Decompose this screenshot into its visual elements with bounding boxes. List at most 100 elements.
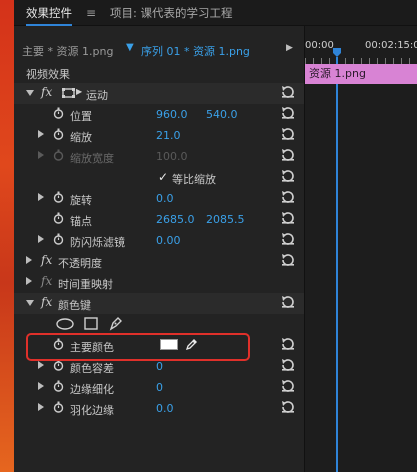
effect-opacity[interactable]: fx 不透明度 <box>14 251 304 272</box>
effect-label: 不透明度 <box>58 257 102 270</box>
chevron-right-icon[interactable] <box>26 256 32 264</box>
stopwatch-icon[interactable] <box>53 233 64 245</box>
effect-label: 时间重映射 <box>58 278 113 291</box>
annotation-highlight-box <box>26 333 250 361</box>
background-strip <box>0 0 14 472</box>
effect-color-key[interactable]: fx 颜色键 <box>14 293 304 314</box>
master-clip-label[interactable]: 主要 * 资源 1.png <box>22 43 113 59</box>
reset-icon[interactable] <box>280 169 296 183</box>
panel-menu-icon[interactable]: ≡ <box>86 0 96 26</box>
mask-tools-row <box>14 314 304 335</box>
ruler-time-mid: 00:02:15:0 <box>365 40 417 51</box>
color-tolerance-value[interactable]: 0 <box>156 360 163 373</box>
reset-icon[interactable] <box>280 337 296 351</box>
chevron-right-icon <box>38 151 44 159</box>
chevron-down-icon[interactable]: ▼ <box>126 42 134 53</box>
anchor-y-value[interactable]: 2085.5 <box>206 213 245 226</box>
prop-label: 等比缩放 <box>172 173 216 186</box>
fx-icon[interactable]: fx <box>41 253 52 267</box>
stopwatch-icon <box>53 149 64 161</box>
prop-anti-flicker[interactable]: 防闪烁滤镜 0.00 <box>14 230 304 251</box>
section-video-effects: 视频效果 <box>14 62 304 83</box>
prop-label: 锚点 <box>70 215 92 228</box>
reset-icon[interactable] <box>280 211 296 225</box>
section-label: 视频效果 <box>26 68 70 81</box>
uniform-scale-checkbox[interactable]: ✓ <box>158 170 168 184</box>
timeline-clip[interactable]: 资源 1.png <box>305 64 417 84</box>
anchor-x-value[interactable]: 2685.0 <box>156 213 195 226</box>
stopwatch-icon[interactable] <box>53 107 64 119</box>
prop-feather[interactable]: 羽化边缘 0.0 <box>14 398 304 419</box>
prop-label: 颜色容差 <box>70 362 114 375</box>
rotation-value[interactable]: 0.0 <box>156 192 174 205</box>
sequence-clip-label[interactable]: 序列 01 * 资源 1.png <box>141 43 250 59</box>
anti-flicker-value[interactable]: 0.00 <box>156 234 181 247</box>
prop-label: 羽化边缘 <box>70 404 114 417</box>
prop-label: 旋转 <box>70 194 92 207</box>
prop-label: 位置 <box>70 110 92 123</box>
reset-icon[interactable] <box>280 253 296 267</box>
chevron-right-icon[interactable] <box>38 361 44 369</box>
chevron-right-icon[interactable] <box>38 382 44 390</box>
prop-edge-thin[interactable]: 边缘细化 0 <box>14 377 304 398</box>
prop-uniform-scale[interactable]: ✓ 等比缩放 <box>14 167 304 188</box>
prop-position[interactable]: 位置 960.0 540.0 <box>14 104 304 125</box>
reset-icon[interactable] <box>280 106 296 120</box>
effect-motion[interactable]: fx ▶ 运动 <box>14 83 304 104</box>
play-arrow-icon[interactable]: ▶ <box>286 43 293 53</box>
reset-icon[interactable] <box>280 232 296 246</box>
scale-width-value: 100.0 <box>156 150 188 163</box>
fx-icon[interactable]: fx <box>41 85 52 99</box>
prop-label: 边缘细化 <box>70 383 114 396</box>
position-y-value[interactable]: 540.0 <box>206 108 238 121</box>
rectangle-mask-icon[interactable] <box>84 317 98 330</box>
transform-icon[interactable] <box>62 88 76 99</box>
prop-rotation[interactable]: 旋转 0.0 <box>14 188 304 209</box>
stopwatch-icon[interactable] <box>53 212 64 224</box>
ruler-time-start: 00:00 <box>305 40 334 51</box>
playhead-line <box>336 57 338 472</box>
stopwatch-icon[interactable] <box>53 128 64 140</box>
fx-icon: fx <box>41 274 53 288</box>
tab-effect-controls[interactable]: 效果控件 <box>20 0 78 26</box>
edge-thin-value[interactable]: 0 <box>156 381 163 394</box>
chevron-right-icon[interactable] <box>38 130 44 138</box>
prop-anchor[interactable]: 锚点 2685.0 2085.5 <box>14 209 304 230</box>
effect-controls-panel: 效果控件 ≡ 项目: 课代表的学习工程 主要 * 资源 1.png ▼ 序列 0… <box>14 0 417 472</box>
prop-label: 防闪烁滤镜 <box>70 236 125 249</box>
prop-label: 缩放宽度 <box>70 152 114 165</box>
chevron-right-icon[interactable] <box>38 193 44 201</box>
chevron-right-icon[interactable] <box>38 235 44 243</box>
reset-icon[interactable] <box>280 400 296 414</box>
ellipse-mask-icon[interactable] <box>56 318 74 330</box>
effect-time-remap[interactable]: fx 时间重映射 <box>14 272 304 293</box>
play-arrow-icon: ▶ <box>76 87 83 96</box>
reset-icon[interactable] <box>280 190 296 204</box>
chevron-right-icon[interactable] <box>26 277 32 285</box>
prop-scale[interactable]: 缩放 21.0 <box>14 125 304 146</box>
reset-icon[interactable] <box>280 358 296 372</box>
prop-label: 缩放 <box>70 131 92 144</box>
tab-project[interactable]: 项目: 课代表的学习工程 <box>104 0 239 26</box>
fx-icon[interactable]: fx <box>41 295 52 309</box>
tab-bar: 效果控件 ≡ 项目: 课代表的学习工程 <box>14 0 417 26</box>
prop-scale-width: 缩放宽度 100.0 <box>14 146 304 167</box>
reset-icon[interactable] <box>280 295 296 309</box>
reset-icon[interactable] <box>280 379 296 393</box>
scale-value[interactable]: 21.0 <box>156 129 181 142</box>
reset-icon[interactable] <box>280 148 296 162</box>
time-ruler[interactable]: 00:00 00:02:15:0 <box>305 38 417 64</box>
stopwatch-icon[interactable] <box>53 191 64 203</box>
clip-header: 主要 * 资源 1.png ▼ 序列 01 * 资源 1.png ▶ <box>14 40 304 60</box>
chevron-right-icon[interactable] <box>38 403 44 411</box>
position-x-value[interactable]: 960.0 <box>156 108 188 121</box>
chevron-down-icon[interactable] <box>26 90 34 96</box>
chevron-down-icon[interactable] <box>26 300 34 306</box>
reset-icon[interactable] <box>280 127 296 141</box>
stopwatch-icon[interactable] <box>53 401 64 413</box>
reset-icon[interactable] <box>280 85 296 99</box>
mini-timeline[interactable]: 00:00 00:02:15:0 资源 1.png <box>304 26 417 472</box>
pen-mask-icon[interactable] <box>108 315 124 331</box>
feather-value[interactable]: 0.0 <box>156 402 174 415</box>
stopwatch-icon[interactable] <box>53 380 64 392</box>
